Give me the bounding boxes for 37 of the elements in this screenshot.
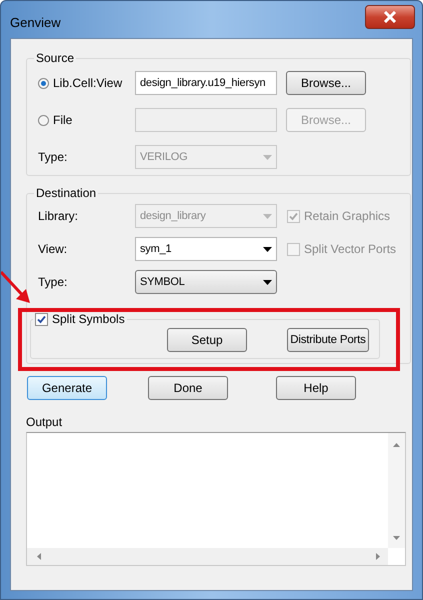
close-icon — [383, 11, 397, 23]
scroll-down-icon[interactable] — [393, 536, 400, 540]
checkmark-icon — [289, 212, 298, 220]
field-label: Library: — [38, 209, 80, 223]
dropdown[interactable]: SYMBOL — [135, 270, 277, 294]
dropdown-arrow-icon — [263, 154, 272, 160]
field-label: Type: — [38, 150, 68, 164]
dropdown-arrow-icon — [263, 280, 272, 284]
radio-button[interactable] — [38, 78, 49, 88]
action-button[interactable]: Generate — [27, 376, 107, 400]
arrow-icon — [1, 271, 32, 305]
scroll-left-icon[interactable] — [37, 553, 41, 560]
action-button[interactable]: Help — [276, 376, 356, 400]
window-title: Genview — [10, 15, 61, 30]
output-area[interactable] — [26, 432, 406, 566]
output-label: Output — [26, 415, 62, 429]
dropdown-arrow-icon — [263, 214, 272, 218]
browse-button[interactable]: Browse... — [286, 71, 366, 95]
dropdown-arrow-icon — [263, 246, 272, 252]
group-title: Destination — [35, 186, 98, 200]
scroll-right-icon[interactable] — [376, 553, 380, 560]
field-label: View: — [38, 242, 68, 256]
checkbox-option[interactable]: Split Symbols — [33, 312, 127, 326]
field-label: Type: — [38, 275, 68, 289]
action-button[interactable]: Done — [148, 376, 228, 400]
combo-box[interactable]: sym_1 — [135, 237, 277, 261]
scroll-up-icon[interactable] — [393, 443, 400, 447]
group-title: Source — [35, 51, 76, 65]
input-field[interactable]: design_library.u19_hiersyn — [135, 71, 277, 95]
checkbox[interactable] — [35, 312, 48, 326]
setup-button[interactable]: Setup — [167, 328, 247, 352]
horizontal-scrollbar[interactable] — [27, 548, 388, 565]
radio-option[interactable]: Lib.Cell:View — [38, 76, 135, 90]
checkmark-icon — [37, 314, 46, 324]
close-button[interactable] — [365, 5, 415, 29]
vertical-scrollbar[interactable] — [388, 433, 405, 548]
setup-button[interactable]: Distribute Ports — [287, 328, 369, 352]
